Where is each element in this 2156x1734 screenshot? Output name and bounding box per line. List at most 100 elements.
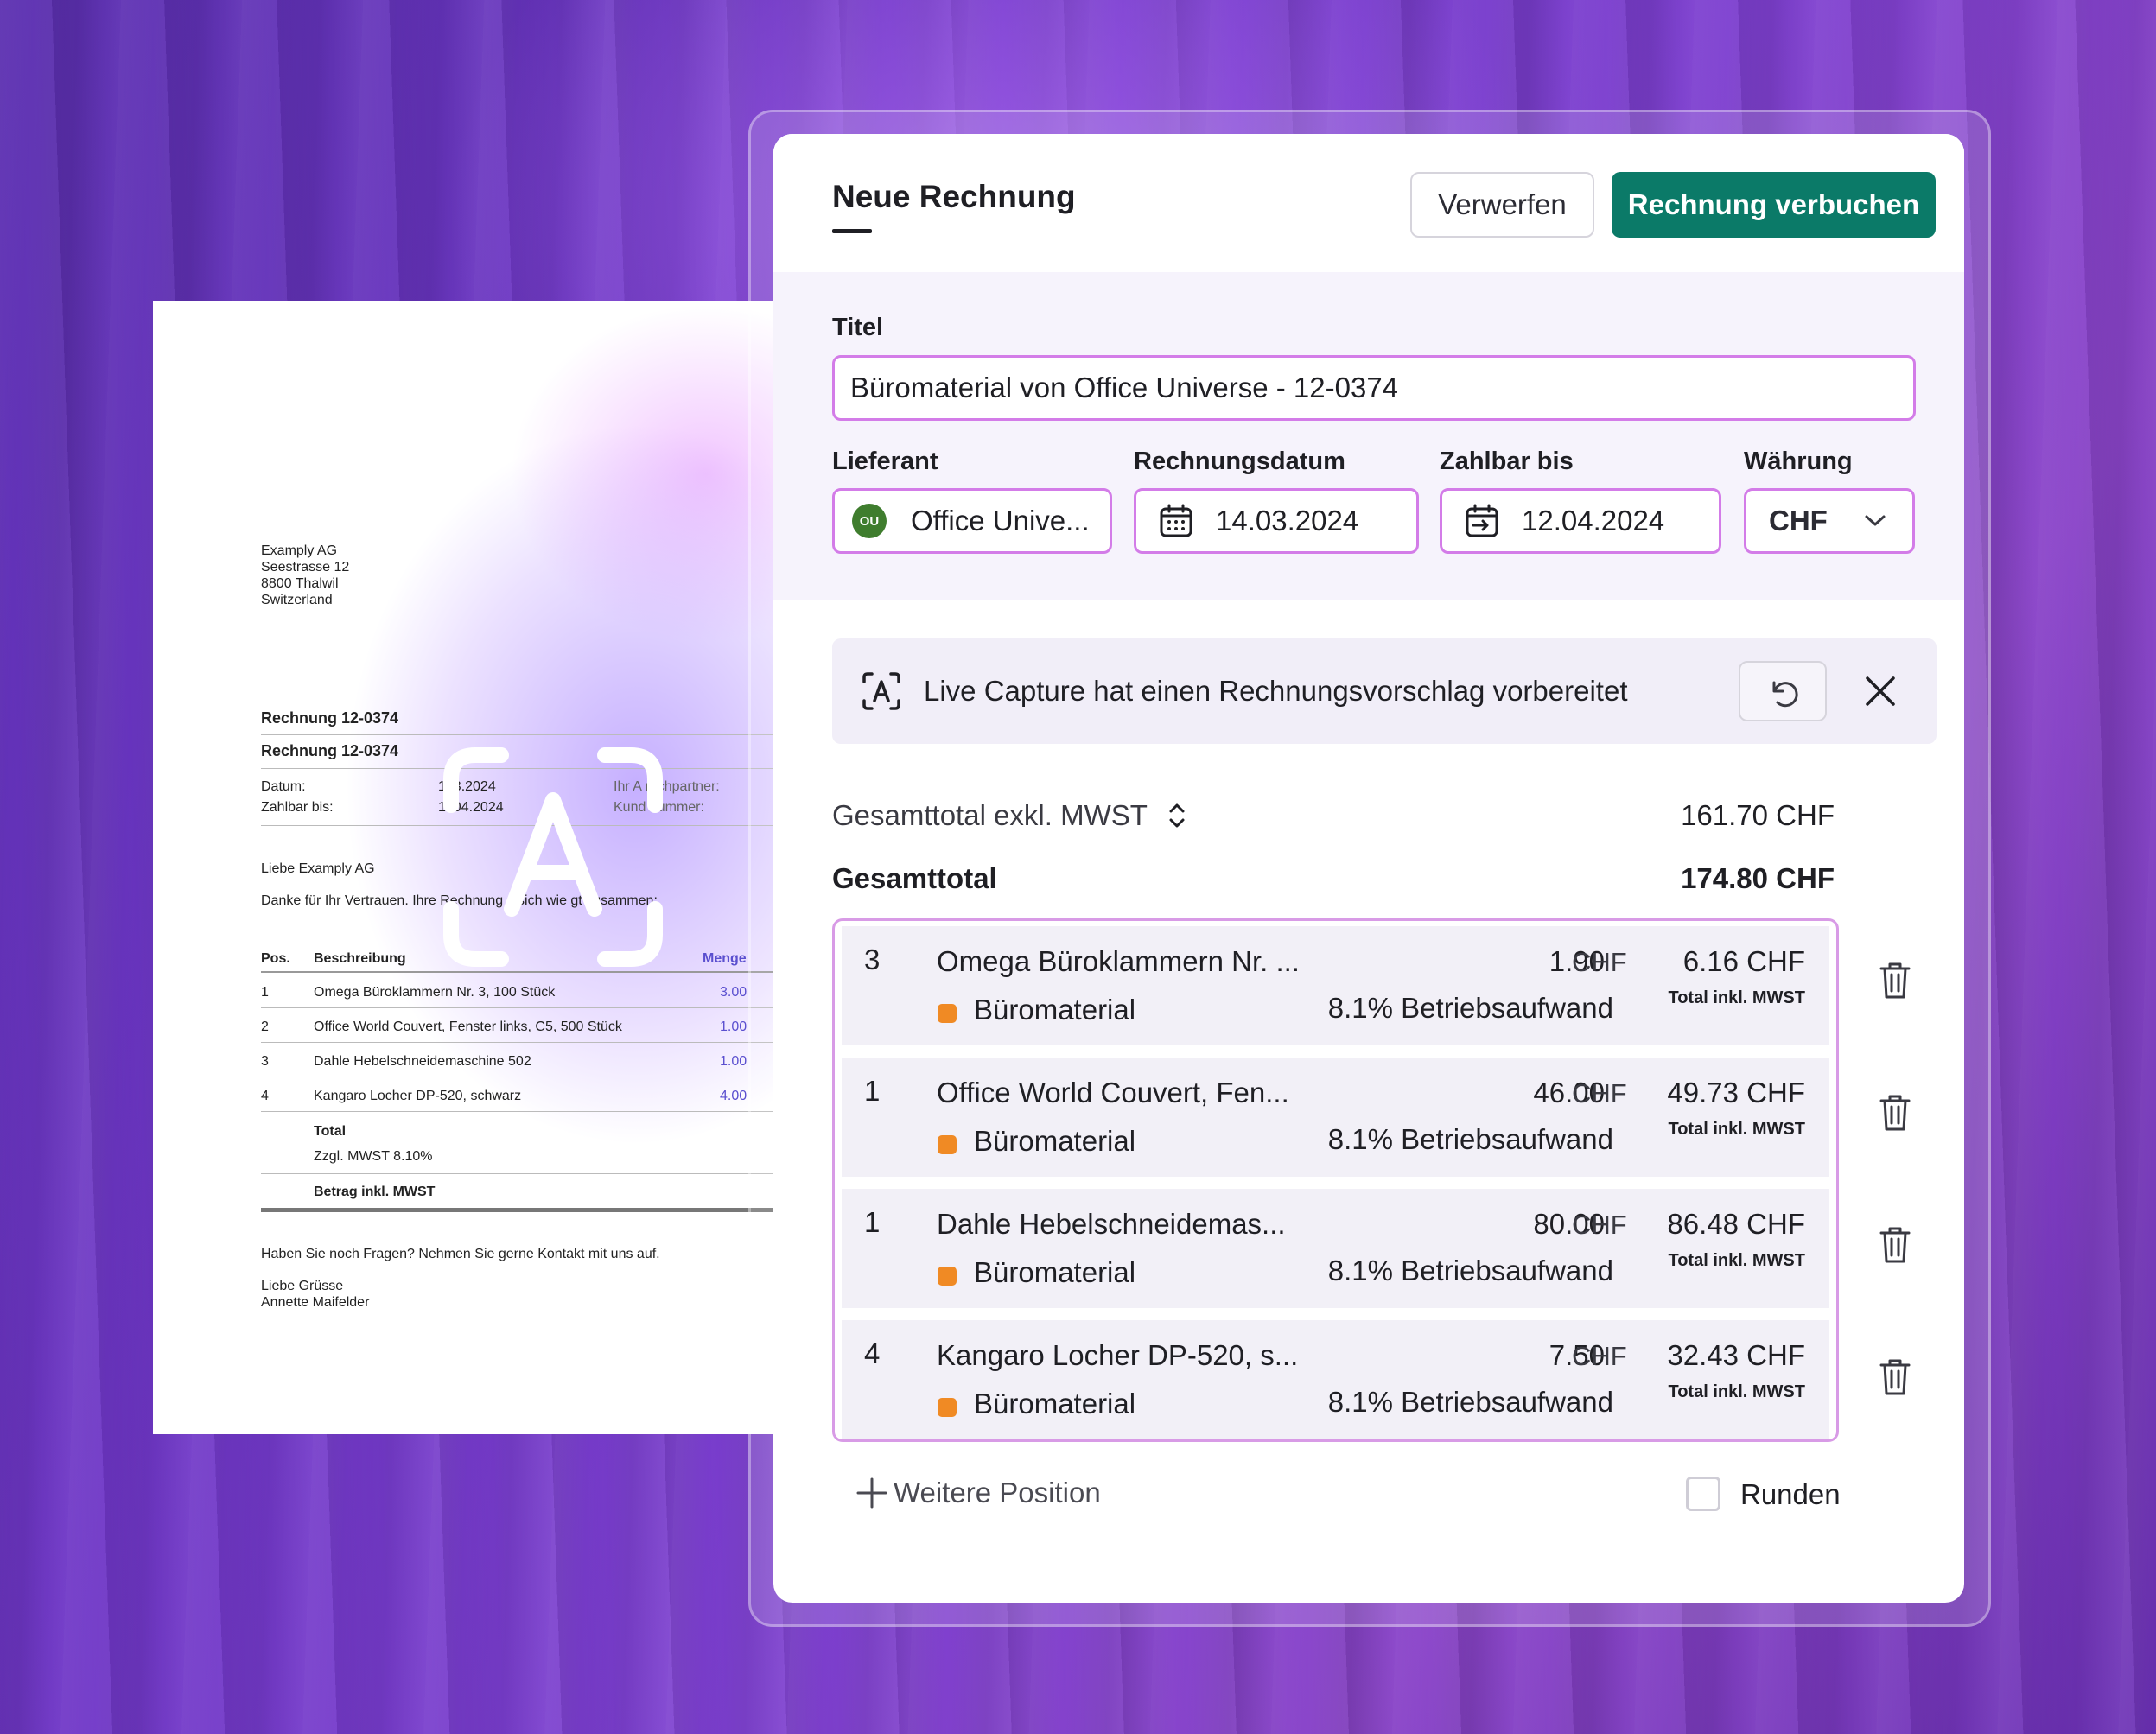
gross-total-value: 174.80 CHF [1681, 862, 1835, 894]
line-item[interactable]: 3 Omega Büroklammern Nr. ... Büromateria… [842, 926, 1829, 1045]
page-title: Neue Rechnung [832, 179, 1076, 214]
item-description[interactable]: Kangaro Locher DP-520, s... [937, 1339, 1298, 1372]
rechnungsdatum-input[interactable]: 14.03.2024 [1134, 488, 1419, 554]
lieferant-select[interactable]: OU Office Unive... [832, 488, 1112, 554]
calendar-icon [1160, 504, 1192, 537]
net-total-toggle[interactable]: Gesamttotal exkl. MWST [832, 799, 1187, 832]
close-icon[interactable] [1860, 671, 1900, 711]
item-tax[interactable]: 8.1% Betriebsaufwand [1328, 1254, 1613, 1287]
item-category[interactable]: Büromaterial [974, 1388, 1135, 1420]
row-qty: 1.00 [720, 1019, 747, 1034]
item-currency: CHF [1572, 1078, 1627, 1108]
titel-input[interactable]: Büromaterial von Office Universe - 12-03… [832, 355, 1916, 421]
sender-line: 8800 Thalwil [261, 576, 339, 591]
item-qty[interactable]: 1 [864, 1075, 880, 1108]
lieferant-value: Office Unive... [911, 505, 1090, 537]
row-desc: Office World Couvert, Fenster links, C5,… [314, 1019, 622, 1034]
item-total-note: Total inkl. MWST [1668, 1382, 1805, 1401]
item-qty[interactable]: 4 [864, 1337, 880, 1370]
row-pos: 1 [261, 985, 269, 1000]
table-header-desc: Beschreibung [314, 951, 406, 966]
item-total: 6.16 CHF [1682, 945, 1805, 977]
invoice-form-card: Neue Rechnung Verwerfen Rechnung verbuch… [773, 134, 1964, 1603]
waehrung-select[interactable]: CHF [1744, 488, 1915, 554]
row-qty: 3.00 [720, 985, 747, 1000]
trash-icon[interactable] [1878, 1225, 1912, 1265]
waehrung-label: Währung [1744, 448, 1853, 475]
item-total-note: Total inkl. MWST [1668, 1120, 1805, 1139]
row-pos: 4 [261, 1089, 269, 1103]
category-color-dot [938, 1398, 957, 1417]
line-item[interactable]: 1 Dahle Hebelschneidemas... Büromaterial… [842, 1189, 1829, 1308]
line-item[interactable]: 4 Kangaro Locher DP-520, s... Büromateri… [842, 1320, 1829, 1439]
undo-button[interactable] [1739, 661, 1827, 721]
closing-line: Annette Maifelder [261, 1295, 370, 1310]
questions-text: Haben Sie noch Fragen? Nehmen Sie gerne … [261, 1247, 660, 1261]
trash-icon[interactable] [1878, 1093, 1912, 1133]
zahlbar-label: Zahlbar bis [1440, 448, 1574, 475]
line-item[interactable]: 1 Office World Couvert, Fen... Büromater… [842, 1058, 1829, 1177]
item-currency: CHF [1572, 947, 1627, 977]
row-qty: 4.00 [720, 1089, 747, 1103]
item-description[interactable]: Omega Büroklammern Nr. ... [937, 945, 1300, 978]
supplier-avatar: OU [852, 504, 887, 538]
total-label: Total [314, 1124, 347, 1139]
title-underline [832, 229, 872, 233]
item-category[interactable]: Büromaterial [974, 994, 1135, 1026]
book-invoice-button[interactable]: Rechnung verbuchen [1612, 172, 1936, 238]
row-desc: Omega Büroklammern Nr. 3, 100 Stück [314, 985, 556, 1000]
plus-icon [856, 1477, 887, 1509]
item-category[interactable]: Büromaterial [974, 1125, 1135, 1158]
undo-icon [1772, 681, 1798, 708]
lieferant-label: Lieferant [832, 448, 938, 475]
category-color-dot [938, 1004, 957, 1023]
item-tax[interactable]: 8.1% Betriebsaufwand [1328, 1386, 1613, 1419]
round-label: Runden [1740, 1478, 1841, 1510]
trash-icon[interactable] [1878, 961, 1912, 1000]
titel-value: Büromaterial von Office Universe - 12-03… [850, 372, 1399, 403]
titel-label: Titel [832, 314, 884, 341]
item-description[interactable]: Office World Couvert, Fen... [937, 1077, 1289, 1109]
row-pos: 3 [261, 1054, 269, 1069]
live-capture-icon [443, 747, 663, 967]
rechnungsdatum-value: 14.03.2024 [1216, 505, 1359, 537]
row-desc: Dahle Hebelschneidemaschine 502 [314, 1054, 531, 1069]
item-category[interactable]: Büromaterial [974, 1256, 1135, 1289]
live-capture-notice: Live Capture hat einen Rechnungsvorschla… [832, 638, 1937, 744]
row-pos: 2 [261, 1019, 269, 1034]
sender-line: Seestrasse 12 [261, 560, 350, 575]
invoice-heading: Rechnung 12-0374 [261, 742, 399, 759]
vat-label: Zzgl. MWST 8.10% [314, 1149, 433, 1164]
add-position-label: Weitere Position [894, 1477, 1101, 1509]
discard-button[interactable]: Verwerfen [1410, 172, 1594, 238]
zahlbar-value: 12.04.2024 [1522, 505, 1665, 537]
item-tax[interactable]: 8.1% Betriebsaufwand [1328, 1123, 1613, 1156]
category-color-dot [938, 1267, 957, 1286]
amount-label: Betrag inkl. MWST [314, 1185, 436, 1199]
meta-label: Zahlbar bis: [261, 800, 334, 815]
trash-icon[interactable] [1878, 1357, 1912, 1397]
gross-total-label: Gesamttotal [832, 862, 997, 894]
round-checkbox[interactable] [1686, 1477, 1720, 1511]
table-header-pos: Pos. [261, 951, 290, 966]
item-description[interactable]: Dahle Hebelschneidemas... [937, 1208, 1286, 1241]
item-total-note: Total inkl. MWST [1668, 1251, 1805, 1270]
item-currency: CHF [1572, 1210, 1627, 1240]
add-position-button[interactable]: Weitere Position [855, 1477, 1101, 1509]
invoice-heading: Rechnung 12-0374 [261, 709, 399, 727]
item-qty[interactable]: 1 [864, 1206, 880, 1239]
item-tax[interactable]: 8.1% Betriebsaufwand [1328, 992, 1613, 1025]
table-header-qty: Menge [703, 951, 747, 966]
category-color-dot [938, 1135, 957, 1154]
zahlbar-input[interactable]: 12.04.2024 [1440, 488, 1721, 554]
sender-line: Switzerland [261, 593, 333, 607]
net-total-label: Gesamttotal exkl. MWST [832, 799, 1148, 831]
rechnungsdatum-label: Rechnungsdatum [1134, 448, 1345, 475]
row-qty: 1.00 [720, 1054, 747, 1069]
due-date-icon [1466, 504, 1498, 537]
waehrung-value: CHF [1769, 505, 1828, 537]
item-total: 86.48 CHF [1667, 1208, 1805, 1240]
item-total: 49.73 CHF [1667, 1077, 1805, 1108]
item-qty[interactable]: 3 [864, 943, 880, 976]
item-total: 32.43 CHF [1667, 1339, 1805, 1371]
